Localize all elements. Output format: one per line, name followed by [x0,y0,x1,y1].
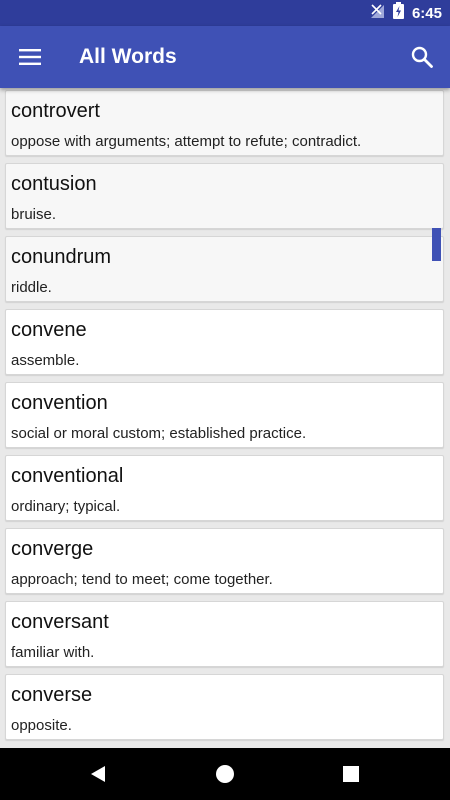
word-card-convene[interactable]: convene assemble. [5,309,444,375]
word-title: convention [11,392,108,414]
word-card-conundrum[interactable]: conundrum riddle. [5,236,444,302]
word-title: converge [11,538,94,560]
status-bar: 6:45 [0,0,450,26]
app-bar: All Words [0,26,450,88]
back-icon[interactable] [82,758,114,790]
home-icon[interactable] [209,758,241,790]
recents-icon[interactable] [335,758,367,790]
status-time: 6:45 [411,4,442,22]
word-card-convention[interactable]: convention social or moral custom; estab… [5,382,444,448]
word-card-conversant[interactable]: conversant familiar with. [5,601,444,667]
word-title: controvert [11,100,100,122]
word-definition: approach; tend to meet; come together. [11,571,273,588]
word-title: contusion [11,173,97,195]
word-title: conversant [11,611,109,633]
word-definition: riddle. [11,279,52,296]
word-card-converge[interactable]: converge approach; tend to meet; come to… [5,528,444,594]
word-card-controvert[interactable]: controvert oppose with arguments; attemp… [5,90,444,156]
hamburger-menu-icon[interactable] [16,43,44,71]
page-title: All Words [79,45,177,68]
word-definition: assemble. [11,352,80,369]
status-icons: 6:45 [369,0,442,26]
no-signal-icon [369,3,385,24]
word-title: conundrum [11,246,112,268]
navigation-bar [0,748,450,800]
fast-scroll-thumb[interactable] [432,228,441,261]
word-title: convene [11,319,87,341]
word-definition: social or moral custom; established prac… [11,425,307,442]
word-definition: familiar with. [11,644,95,661]
word-title: converse [11,684,93,706]
word-card-conventional[interactable]: conventional ordinary; typical. [5,455,444,521]
battery-charging-icon [392,2,404,24]
word-definition: ordinary; typical. [11,498,121,515]
word-title: conventional [11,465,124,487]
word-definition: bruise. [11,206,57,223]
word-definition: oppose with arguments; attempt to refute… [11,133,362,150]
word-card-converse[interactable]: converse opposite. [5,674,444,740]
word-definition: opposite. [11,717,72,734]
word-list[interactable]: controvert oppose with arguments; attemp… [0,88,450,748]
word-card-contusion[interactable]: contusion bruise. [5,163,444,229]
search-icon[interactable] [408,43,436,71]
